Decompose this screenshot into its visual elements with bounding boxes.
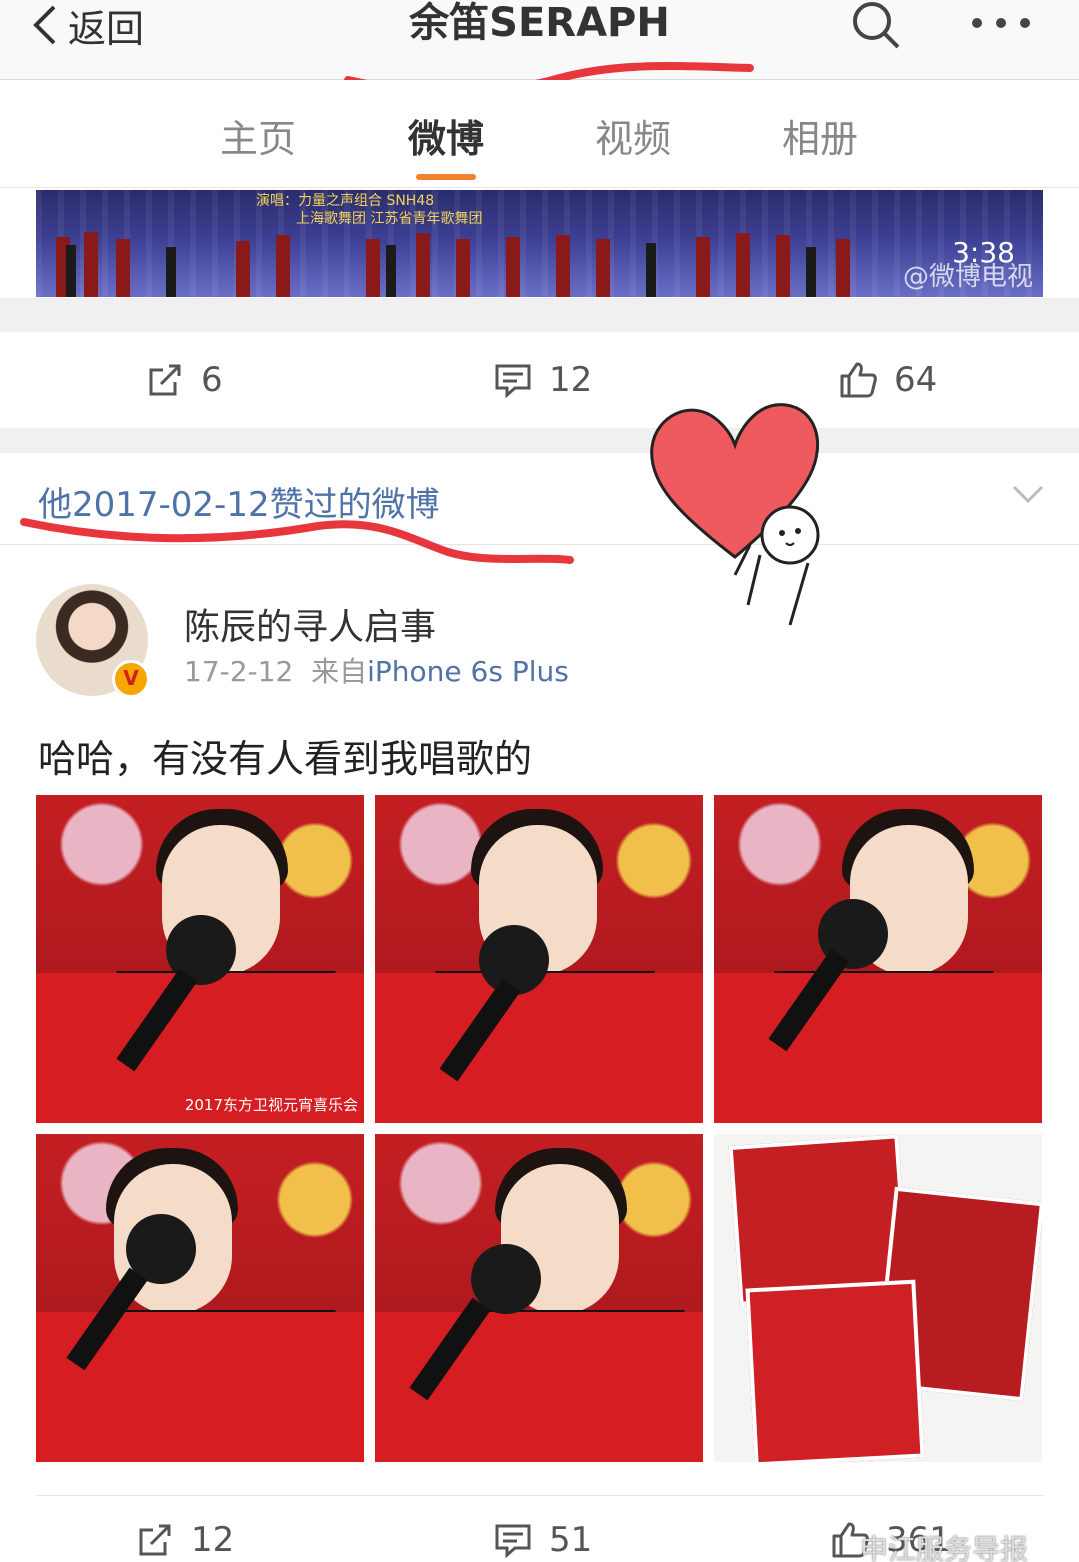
divider [0,298,1079,332]
performers-image [56,232,850,297]
post-date: 17-2-12 [184,655,294,688]
search-icon[interactable] [848,0,904,50]
verified-badge: V [112,660,150,698]
like-button[interactable]: 64 [838,332,937,428]
repost-button[interactable]: 6 [145,332,223,428]
post-photo-5[interactable] [375,1134,703,1462]
post-photo-6[interactable] [714,1134,1042,1462]
comment-count: 51 [549,1520,593,1560]
tab-weibo[interactable]: 微博 [386,108,506,163]
active-tab-indicator [416,174,476,180]
source-watermark: 申江服务导报 [860,1533,1029,1562]
post-photo-4[interactable] [36,1134,364,1462]
post-source[interactable]: iPhone 6s Plus [367,655,569,688]
comment-button[interactable]: 12 [493,332,592,428]
tab-home[interactable]: 主页 [198,108,318,163]
more-icon[interactable] [966,0,1036,50]
comment-button[interactable]: 51 [493,1498,592,1562]
post-text: 哈哈，有没有人看到我唱歌的 [38,737,533,781]
like-count: 64 [894,360,938,400]
heart-sticker [650,403,820,626]
video-watermark: @微博电视 [902,262,1033,292]
repost-count: 6 [201,360,223,400]
share-icon [149,364,181,396]
divider [0,428,1079,453]
video-caption: 演唱：力量之声组合 SNH48 上海歌舞团 江苏省青年歌舞团 [256,192,556,228]
comment-icon [495,1524,531,1559]
post-photo-3[interactable] [714,795,1042,1123]
profile-tabs: 主页 微博 视频 相册 [0,80,1079,188]
video-caption-line2: 上海歌舞团 江苏省青年歌舞团 [296,211,483,227]
post-actions: 6 12 64 [0,332,1079,428]
tab-album[interactable]: 相册 [760,108,880,163]
comment-icon [495,364,531,399]
video-caption-line1: 演唱：力量之声组合 SNH48 [256,193,435,209]
share-icon [139,1524,171,1556]
chevron-down-icon[interactable] [1010,481,1046,509]
repost-button[interactable]: 12 [135,1498,234,1562]
video-thumbnail[interactable]: 演唱：力量之声组合 SNH48 上海歌舞团 江苏省青年歌舞团 3:38 @微博电… [36,190,1043,297]
post-photo-1[interactable]: 2017东方卫视元宵喜乐会 [36,795,364,1123]
divider [36,1495,1043,1496]
post-meta: 17-2-12 来自iPhone 6s Plus [184,650,569,690]
photo-tag: 2017东方卫视元宵喜乐会 [184,1096,358,1114]
repost-count: 12 [191,1520,235,1560]
tab-video[interactable]: 视频 [573,108,693,163]
comment-count: 12 [549,360,593,400]
post-photo-2[interactable] [375,795,703,1123]
thumbs-up-icon [840,362,877,398]
author-name[interactable]: 陈辰的寻人启事 [184,598,436,650]
page-title: 余笛SERAPH [409,0,670,46]
from-label: 来自 [311,655,368,688]
annotation-underline [20,518,574,564]
